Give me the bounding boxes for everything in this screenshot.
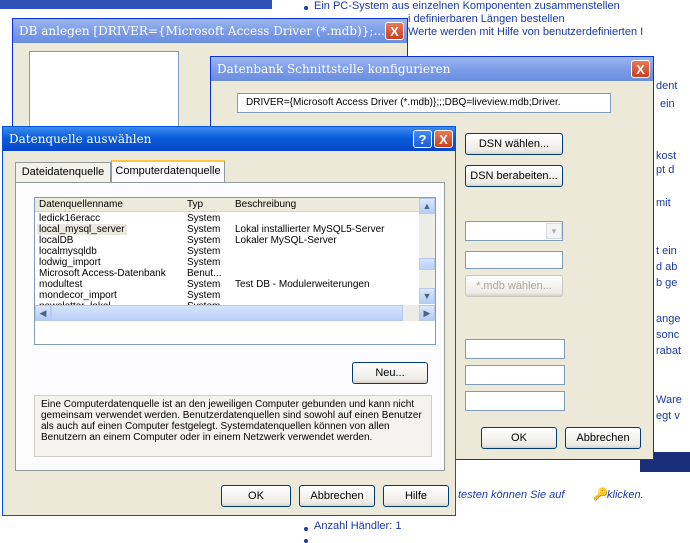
tab-dateidatenquelle[interactable]: Dateidatenquelle (15, 162, 111, 182)
bg-text-line: Werte werden mit Hilfe von benutzerdefin… (408, 26, 644, 38)
item-type: System (187, 279, 221, 290)
bg-text-fragment: ange (656, 313, 681, 325)
item-name: lodwig_import (39, 257, 101, 268)
bg-text-fragment: d ab (656, 261, 678, 273)
tab-panel: Datenquellenname Typ Beschreibung ledick… (15, 182, 445, 471)
scrollbar-thumb[interactable] (51, 305, 403, 321)
item-name: mondecor_import (39, 290, 117, 301)
schnittstelle-titlebar[interactable]: Datenbank Schnittstelle konfigurieren (211, 57, 653, 81)
bg-text-fragment: Ware (656, 394, 682, 406)
window-title: DB anlegen [DRIVER={Microsoft Access Dri… (19, 24, 385, 38)
close-button[interactable]: X (631, 60, 650, 78)
bg-text-fragment: dent (656, 80, 678, 92)
item-name: ledick16eracc (39, 213, 101, 224)
item-type: System (187, 290, 221, 301)
item-type: System (187, 213, 221, 224)
help-icon[interactable]: ? (413, 130, 432, 148)
text-field[interactable] (465, 251, 563, 269)
text-field[interactable] (465, 339, 565, 359)
bg-text-line: i definierbaren Längen bestellen (408, 13, 565, 25)
list-header: Datenquellenname Typ Beschreibung (35, 198, 419, 212)
bg-text-fragment: kost (656, 150, 677, 162)
list-item[interactable]: modultest System Test DB - Modulerweiter… (35, 279, 419, 290)
item-name: localDB (39, 235, 74, 246)
scroll-down-icon[interactable]: ▼ (419, 288, 435, 304)
bullet (304, 527, 308, 531)
text-field[interactable] (465, 391, 565, 411)
bg-text-fragment: ein (660, 98, 675, 110)
item-type: System (187, 246, 221, 257)
horizontal-scrollbar[interactable]: ◀ ▶ (35, 305, 435, 321)
driver-dropdown[interactable]: ▾ (465, 221, 563, 241)
item-description: Lokaler MySQL-Server (235, 235, 337, 246)
window-title: Datenbank Schnittstelle konfigurieren (217, 62, 451, 76)
key-icon: 🔑 (593, 487, 608, 501)
bg-text-fragment: rabat (656, 345, 682, 357)
bg-text-fragment: t ein (656, 245, 677, 257)
item-name: modultest (39, 279, 83, 290)
scroll-up-icon[interactable]: ▲ (419, 198, 435, 214)
list-item[interactable]: lodwig_import System (35, 257, 419, 268)
dsn-select-button[interactable]: DSN wählen... (465, 133, 563, 155)
item-description: Test DB - Modulerweiterungen (235, 279, 370, 290)
text-field[interactable] (465, 365, 565, 385)
close-button[interactable]: X (434, 130, 453, 148)
item-name: localmysqldb (39, 246, 97, 257)
help-button[interactable]: Hilfe (383, 485, 449, 507)
ok-button[interactable]: OK (481, 427, 557, 449)
datenquelle-titlebar[interactable]: Datenquelle auswählen (3, 127, 455, 151)
new-button[interactable]: Neu... (352, 362, 428, 384)
datasource-list[interactable]: Datenquellenname Typ Beschreibung ledick… (34, 197, 436, 345)
info-text: Eine Computerdatenquelle ist an den jewe… (34, 395, 432, 457)
db-list-box[interactable] (29, 51, 179, 137)
item-name: local_mysql_server (37, 224, 127, 235)
item-description: Lokal installierter MySQL5-Server (235, 224, 385, 235)
list-item[interactable]: mondecor_import System (35, 290, 419, 301)
bg-text-fragment: mit (656, 197, 671, 209)
list-item[interactable]: local_mysql_server System Lokal installi… (35, 224, 419, 235)
scroll-left-icon[interactable]: ◀ (35, 305, 51, 321)
scroll-right-icon[interactable]: ▶ (419, 305, 435, 321)
item-name: Microsoft Access-Datenbank (39, 268, 166, 279)
bg-text-fragment: egt v (656, 410, 680, 422)
scrollbar-thumb[interactable] (419, 258, 435, 270)
close-button[interactable]: X (385, 22, 404, 40)
bullet (304, 6, 308, 10)
item-type: System (187, 224, 221, 235)
column-header-description[interactable]: Beschreibung (235, 198, 296, 211)
cancel-button[interactable]: Abbrechen (299, 485, 375, 507)
mdb-select-button[interactable]: *.mdb wählen... (465, 275, 563, 297)
background-top-bar (0, 0, 272, 9)
bg-text-fragment: sonc (656, 329, 680, 341)
window-datenquelle: Datenquelle auswählen ? X Dateidatenquel… (2, 126, 456, 516)
list-item[interactable]: localDB System Lokaler MySQL-Server (35, 235, 419, 246)
db-anlegen-titlebar[interactable]: DB anlegen [DRIVER={Microsoft Access Dri… (13, 19, 407, 43)
column-header-type[interactable]: Typ (187, 198, 203, 211)
item-type: Benut... (187, 268, 222, 279)
bg-text-line: Ein PC-System aus einzelnen Komponenten … (314, 0, 620, 12)
vertical-scrollbar[interactable]: ▲ ▼ (419, 198, 435, 304)
tab-computerdatenquelle[interactable]: Computerdatenquelle (111, 160, 225, 182)
window-title: Datenquelle auswählen (9, 132, 152, 146)
bg-text-fragment: pt d (656, 164, 675, 176)
connection-string-field[interactable]: DRIVER={Microsoft Access Driver (*.mdb)}… (237, 93, 611, 113)
list-item[interactable]: localmysqldb System (35, 246, 419, 257)
cancel-button[interactable]: Abbrechen (565, 427, 641, 449)
bg-text-line: Anzahl Händler: 1 (314, 520, 402, 532)
bullet (304, 539, 308, 543)
bg-text-fragment: b ge (656, 277, 678, 289)
bg-hint-text: testen können Sie auf (458, 489, 565, 501)
list-item[interactable]: ledick16eracc System (35, 213, 419, 224)
column-header-name[interactable]: Datenquellenname (39, 198, 123, 211)
item-type: System (187, 257, 221, 268)
list-item[interactable]: Microsoft Access-Datenbank Benut... (35, 268, 419, 279)
ok-button[interactable]: OK (221, 485, 291, 507)
chevron-down-icon: ▾ (546, 223, 562, 239)
item-type: System (187, 235, 221, 246)
bg-hint-text-end: klicken. (607, 489, 644, 501)
dsn-edit-button[interactable]: DSN berabeiten... (465, 165, 563, 187)
